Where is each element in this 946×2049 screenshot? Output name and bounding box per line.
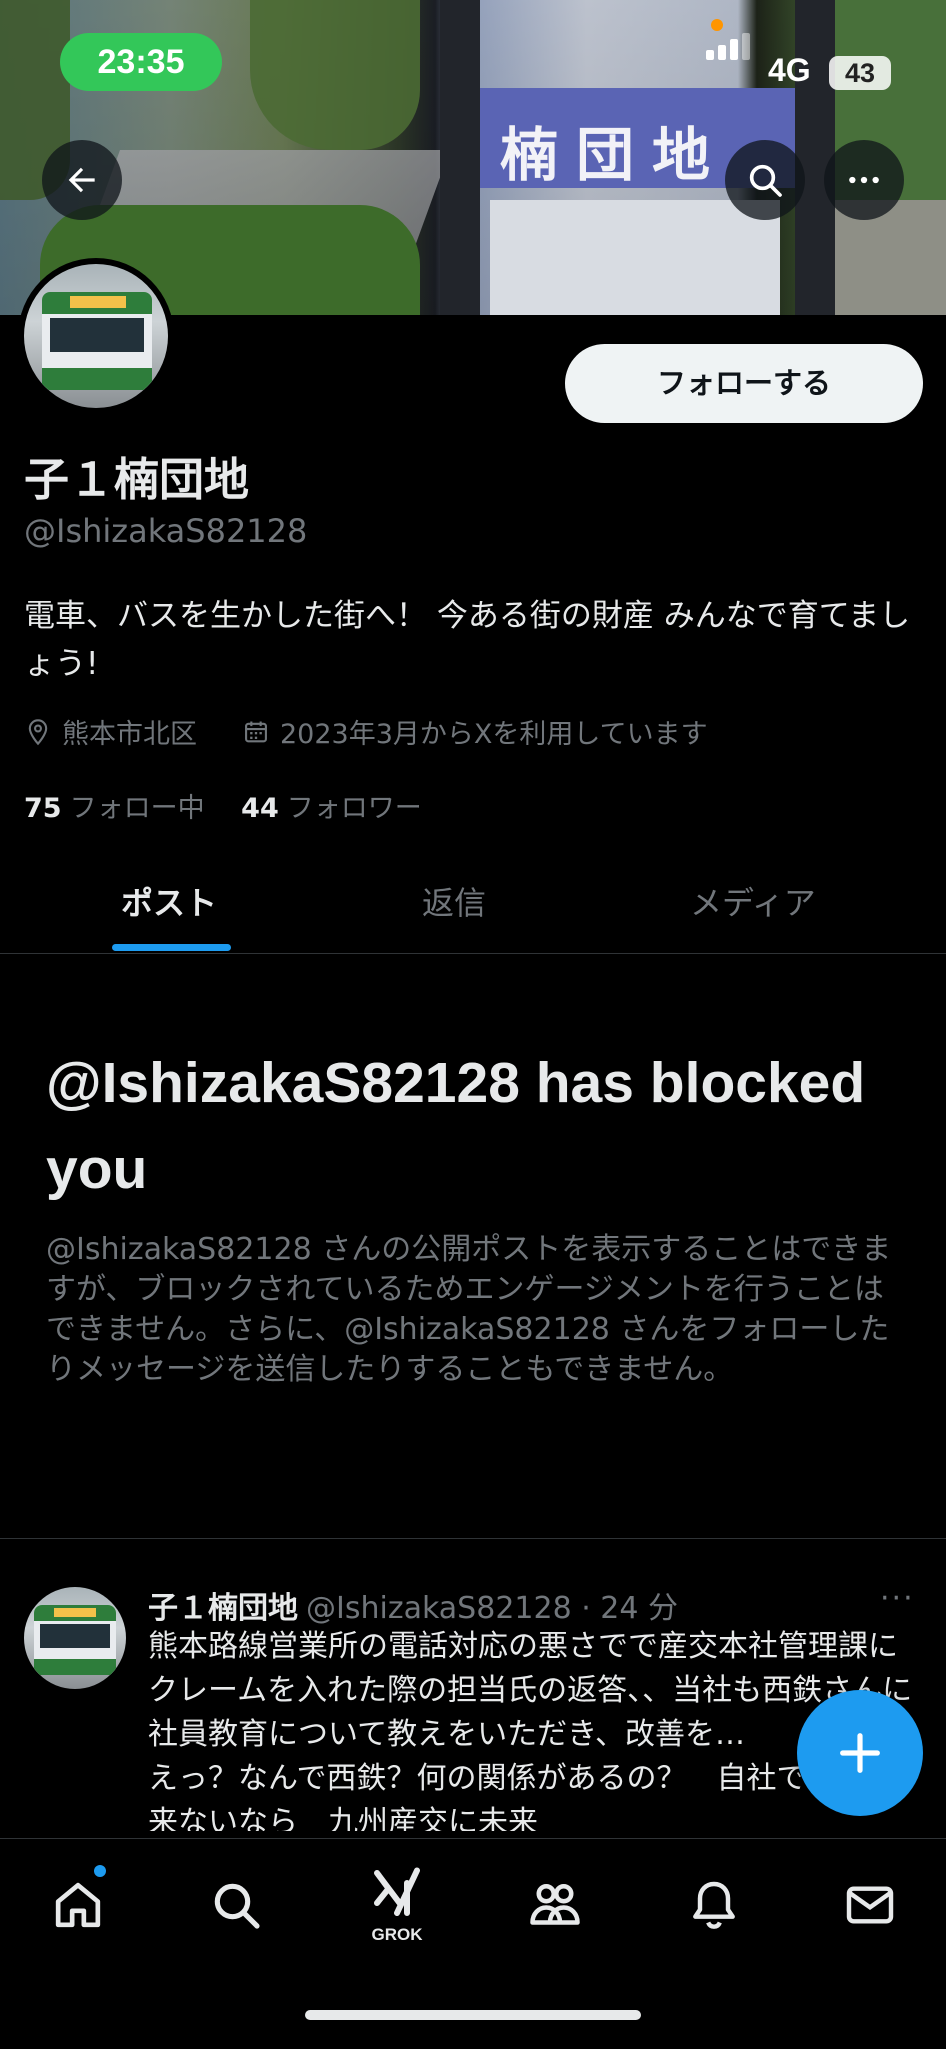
- blocked-notice-description: @IshizakaS82128 さんの公開ポストを表示することはできますが、ブロ…: [46, 1232, 892, 1387]
- profile-handle: @IshizakaS82128: [24, 512, 308, 550]
- location-pin-icon: [28, 718, 48, 745]
- bell-icon: [693, 1881, 735, 1929]
- tab-replies[interactable]: 返信: [422, 878, 486, 924]
- back-button[interactable]: [42, 140, 122, 220]
- calendar-icon: [245, 721, 267, 742]
- nav-search[interactable]: [196, 1865, 276, 1945]
- home-notification-dot: [94, 1865, 106, 1877]
- profile-joined-date: 2023年3月からXを利用しています: [242, 712, 708, 751]
- post-avatar[interactable]: [24, 1587, 126, 1689]
- display-name: 子１楠団地: [24, 453, 250, 506]
- follow-counts: 75 フォロー中 44 フォロワー: [24, 786, 422, 825]
- nav-grok[interactable]: [357, 1853, 437, 1933]
- nav-home[interactable]: [38, 1865, 118, 1945]
- grok-icon: [374, 1867, 420, 1916]
- network-type: 4G: [768, 52, 811, 88]
- more-options-button[interactable]: [824, 140, 904, 220]
- nav-notifications[interactable]: [674, 1865, 754, 1945]
- home-icon: [55, 1882, 101, 1928]
- status-time: 23:35: [60, 33, 222, 91]
- banner-sign-text: 楠団地: [500, 121, 729, 189]
- post-header: 子１楠団地 @IshizakaS82128 · 24 分: [148, 1583, 678, 1627]
- privacy-indicator-dot: [711, 19, 723, 31]
- mail-icon: [846, 1886, 894, 1924]
- tab-media[interactable]: メディア: [690, 878, 816, 924]
- profile-bio: 電車、バスを生かした街へ！ 今ある街の財産 みんなで育てましょう!: [24, 598, 911, 682]
- blocked-notice-title: @IshizakaS82128 has blocked you: [46, 1051, 866, 1201]
- active-tab-indicator: [112, 944, 231, 951]
- battery-level: 43: [829, 56, 891, 90]
- search-icon: [749, 164, 782, 197]
- follow-button[interactable]: フォローする: [565, 344, 923, 423]
- tab-posts[interactable]: ポスト: [121, 878, 217, 924]
- more-icon: [849, 176, 879, 184]
- profile-avatar[interactable]: [18, 258, 174, 414]
- followers-link[interactable]: 44 フォロワー: [241, 793, 422, 824]
- profile-tabs: ポスト 返信 メディア: [0, 840, 946, 954]
- communities-icon: [530, 1884, 580, 1925]
- back-arrow-icon: [68, 167, 95, 193]
- nav-communities[interactable]: [515, 1865, 595, 1945]
- plus-icon: [840, 1733, 880, 1773]
- post-handle-time: @IshizakaS82128 · 24 分: [306, 1591, 678, 1626]
- search-icon: [214, 1883, 260, 1929]
- profile-location: 熊本市北区: [24, 712, 197, 751]
- search-button[interactable]: [725, 140, 805, 220]
- post-item[interactable]: 子１楠団地 @IshizakaS82128 · 24 分 ··· 熊本路線営業所の…: [0, 1539, 946, 1839]
- following-link[interactable]: 75 フォロー中: [24, 793, 205, 824]
- post-more-button[interactable]: ···: [880, 1581, 915, 1616]
- compose-post-button[interactable]: [797, 1690, 923, 1816]
- home-indicator-bar: [305, 2010, 641, 2020]
- nav-messages[interactable]: [830, 1865, 910, 1945]
- joined-text: 2023年3月からXを利用しています: [280, 719, 708, 750]
- post-author-name[interactable]: 子１楠団地: [148, 1591, 298, 1626]
- grok-label: GROK: [371, 1925, 423, 1944]
- location-text: 熊本市北区: [62, 719, 197, 750]
